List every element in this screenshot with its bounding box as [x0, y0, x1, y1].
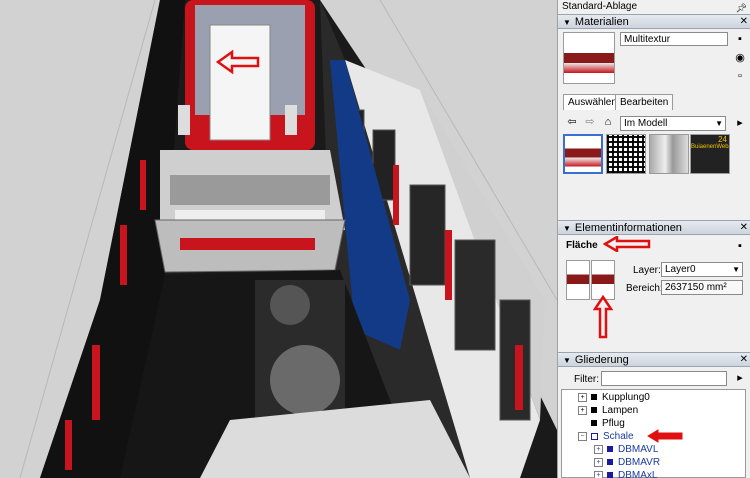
details-icon[interactable]: ▸	[734, 372, 746, 384]
back-arrow-icon[interactable]: ⇦	[566, 116, 578, 128]
collapse-triangle-icon: ▼	[563, 18, 571, 27]
tree-item-pflug[interactable]: Pflug	[578, 417, 625, 430]
current-material-preview[interactable]	[563, 32, 615, 84]
tree-item-lampen[interactable]: + Lampen	[578, 404, 638, 417]
3d-viewport[interactable]	[0, 0, 557, 478]
chevron-down-icon: ▼	[715, 119, 723, 128]
component-icon	[607, 446, 613, 453]
filter-label: Filter:	[574, 374, 599, 385]
expand-icon[interactable]: +	[594, 470, 603, 478]
outliner-header-label: Gliederung	[574, 354, 629, 366]
train-model-render	[0, 0, 557, 478]
material-thumb-1[interactable]	[563, 134, 603, 174]
library-dropdown[interactable]: Im Modell ▼	[620, 116, 726, 131]
tree-item-dbmavl[interactable]: + DBMAVL	[594, 443, 658, 456]
area-value: 2637150 mm²	[661, 280, 743, 295]
tree-item-label: DBMAVL	[618, 444, 659, 455]
front-material-swatch[interactable]	[566, 260, 590, 300]
tab-select-label: Auswählen	[568, 97, 617, 108]
tree-item-label: Schale	[603, 431, 634, 442]
layer-label: Layer:	[633, 265, 661, 276]
paint-bucket-icon[interactable]: ◉	[734, 52, 746, 64]
expand-icon[interactable]: +	[594, 444, 603, 454]
library-dropdown-value: Im Modell	[624, 118, 668, 129]
component-icon	[591, 432, 598, 440]
annotation-arrow-schale	[647, 429, 683, 443]
materials-header-label: Materialien	[574, 16, 629, 28]
collapse-triangle-icon: ▼	[563, 356, 571, 365]
tree-item-label: DBMAxL	[618, 470, 658, 478]
component-icon	[591, 394, 597, 401]
material-thumb-2[interactable]	[606, 134, 646, 174]
component-icon	[591, 407, 597, 414]
tree-item-label: Lampen	[602, 405, 639, 416]
tree-item-dbmavr[interactable]: + DBMAVR	[594, 456, 660, 469]
home-icon[interactable]: ⌂	[602, 116, 614, 128]
component-icon	[607, 459, 613, 466]
layer-select-value: Layer0	[665, 264, 696, 275]
back-material-swatch[interactable]	[591, 260, 615, 300]
expand-icon[interactable]: +	[578, 405, 587, 415]
tab-edit[interactable]: Bearbeiten	[615, 94, 674, 110]
tray-title-text: Standard-Ablage	[562, 1, 638, 12]
close-icon[interactable]: ✕	[740, 221, 748, 235]
layer-select[interactable]: Layer0 ▼	[661, 262, 743, 277]
expand-icon[interactable]: +	[578, 392, 587, 402]
tree-item-dbmaxl[interactable]: + DBMAxL	[594, 469, 657, 478]
entity-info-header-label: Elementinformationen	[574, 222, 682, 234]
tree-item-schale[interactable]: − Schale	[578, 430, 634, 443]
tab-edit-label: Bearbeiten	[620, 97, 669, 108]
material-thumb-4[interactable]: 24 BuiaenenWebAuto	[690, 134, 730, 174]
thumb-4-text: BuiaenenWebAuto	[691, 144, 729, 150]
tab-select[interactable]: Auswählen	[563, 94, 622, 110]
component-icon	[591, 420, 597, 427]
chevron-down-icon: ▼	[732, 265, 740, 274]
tree-item-label: DBMAVR	[618, 457, 661, 468]
entity-info-header[interactable]: ▼ Elementinformationen ✕	[558, 220, 750, 235]
tree-item-label: Pflug	[602, 418, 625, 429]
create-material-icon[interactable]: ▪	[734, 33, 746, 45]
collapse-triangle-icon: ▼	[563, 224, 571, 233]
close-icon[interactable]: ✕	[740, 15, 748, 29]
entity-type-label: Fläche	[566, 240, 598, 251]
filter-input[interactable]	[601, 371, 727, 386]
material-name-input[interactable]: Multitextur	[620, 32, 728, 46]
details-icon[interactable]: ▸	[734, 117, 746, 129]
toggle-details-icon[interactable]: ▪	[734, 240, 746, 252]
default-tray: Standard-Ablage 📌︎ ▼ Materialien ✕ Multit…	[557, 0, 750, 478]
expand-icon[interactable]: +	[594, 457, 603, 467]
material-thumb-3[interactable]	[649, 134, 689, 174]
annotation-arrow-swatch	[593, 295, 613, 339]
component-icon	[607, 472, 613, 478]
thumb-4-number: 24	[718, 135, 727, 144]
materials-header[interactable]: ▼ Materialien ✕	[558, 14, 750, 29]
area-label: Bereich:	[626, 283, 663, 294]
forward-arrow-icon[interactable]: ⇨	[584, 116, 596, 128]
pin-icon[interactable]: 📌︎	[736, 1, 747, 15]
close-icon[interactable]: ✕	[740, 353, 748, 367]
default-material-icon[interactable]: ▫	[734, 70, 746, 82]
outliner-header[interactable]: ▼ Gliederung ✕	[558, 352, 750, 367]
tree-item-kupplung0[interactable]: + Kupplung0	[578, 391, 650, 404]
tray-title: Standard-Ablage 📌︎	[558, 0, 750, 14]
annotation-arrow-type	[603, 236, 651, 252]
tree-item-label: Kupplung0	[602, 392, 650, 403]
collapse-icon[interactable]: −	[578, 431, 587, 441]
